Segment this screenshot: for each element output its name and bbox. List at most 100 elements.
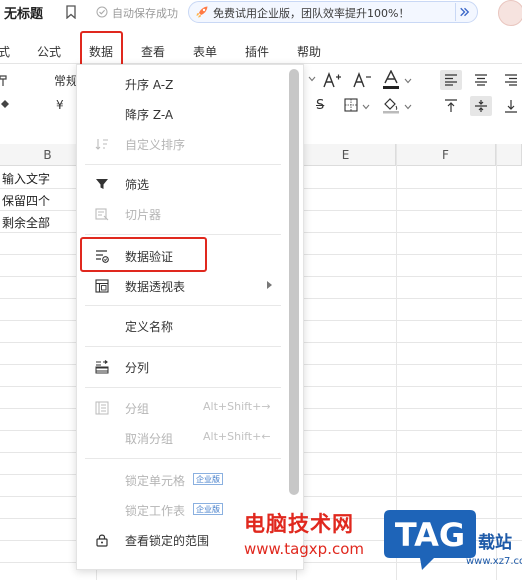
- column-header-f[interactable]: F: [396, 144, 496, 166]
- column-header-e[interactable]: E: [296, 144, 396, 166]
- menu-divider: [85, 387, 281, 388]
- title-bar: 无标题 自动保存成功 免费试用企业版，团队效率提升100%！: [0, 0, 522, 26]
- menu-item-ungroup[interactable]: 取消分组 Alt+Shift+←: [77, 423, 289, 453]
- watermark-side-text: 载站: [478, 533, 512, 553]
- bookmark-icon[interactable]: [66, 5, 76, 19]
- menu-divider: [85, 458, 281, 459]
- currency-button[interactable]: ¥: [56, 98, 64, 112]
- menu-item-slicer[interactable]: 切片器: [77, 199, 289, 229]
- fill-bucket-icon[interactable]: [382, 96, 400, 114]
- menu-divider: [85, 305, 281, 306]
- align-middle-button[interactable]: [470, 96, 492, 116]
- menu-divider: [85, 346, 281, 347]
- menu-item-define-name[interactable]: 定义名称: [77, 311, 289, 341]
- font-color-icon[interactable]: [382, 70, 400, 90]
- menu-item-label: 升序 A-Z: [125, 78, 174, 92]
- watermark-brand: 电脑技术网: [244, 512, 354, 536]
- increase-font-icon[interactable]: [322, 72, 342, 88]
- menu-item-label: 数据透视表: [125, 280, 186, 294]
- menu-item-label: 定义名称: [125, 320, 174, 334]
- enterprise-badge: 企业版: [193, 503, 223, 515]
- split-column-icon: [95, 360, 109, 374]
- rocket-icon: [196, 6, 208, 18]
- group-icon: [95, 401, 109, 415]
- cell-b1[interactable]: 输入文字: [2, 170, 50, 187]
- align-left-button[interactable]: [440, 70, 462, 90]
- menu-item-label: 锁定工作表: [125, 504, 186, 518]
- tag-logo-text: TAG: [395, 516, 465, 554]
- menu-item-label: 筛选: [125, 178, 150, 192]
- document-title[interactable]: 无标题: [4, 3, 43, 22]
- tab-format[interactable]: 式: [0, 43, 10, 60]
- enterprise-badge: 企业版: [193, 473, 223, 485]
- slicer-icon: [95, 208, 109, 221]
- submenu-arrow-icon: [267, 281, 272, 289]
- menu-item-pivot-table[interactable]: 数据透视表: [77, 271, 289, 301]
- menu-divider: [85, 234, 281, 235]
- menu-bar: 式 公式 数据 查看 表单 插件 帮助: [0, 38, 522, 64]
- align-right-icon: [505, 74, 517, 86]
- cell-b3[interactable]: 剩余全部: [2, 214, 50, 231]
- tab-help[interactable]: 帮助: [297, 43, 321, 60]
- menu-item-filter[interactable]: 筛选: [77, 169, 289, 199]
- align-left-icon: [445, 74, 457, 86]
- lock-icon: [96, 534, 108, 547]
- chevron-down-icon[interactable]: [404, 104, 412, 110]
- menu-item-label: 切片器: [125, 208, 162, 222]
- column-header-g[interactable]: [496, 144, 522, 166]
- check-circle-icon: [96, 6, 108, 18]
- menu-item-shortcut: Alt+Shift+→: [203, 400, 271, 413]
- menu-item-label: 降序 Z-A: [125, 108, 174, 122]
- menu-item-group[interactable]: 分组 Alt+Shift+→: [77, 393, 289, 423]
- filter-icon: [96, 179, 108, 189]
- menu-item-custom-sort[interactable]: 自定义排序: [77, 129, 289, 159]
- align-top-button[interactable]: [440, 96, 462, 116]
- fill-color-icon[interactable]: [0, 98, 12, 110]
- menu-item-label: 查看锁定的范围: [125, 534, 210, 548]
- tab-plugins[interactable]: 插件: [245, 43, 269, 60]
- align-bottom-icon: [505, 100, 517, 113]
- menu-item-label: 锁定单元格: [125, 474, 186, 488]
- tab-formula[interactable]: 公式: [37, 43, 61, 60]
- data-validation-highlight: [80, 237, 207, 272]
- data-tab-highlight: [80, 31, 123, 67]
- menu-item-label: 自定义排序: [125, 138, 186, 152]
- menu-item-label: 分列: [125, 361, 150, 375]
- chevron-down-icon[interactable]: [308, 76, 316, 82]
- menu-item-split-column[interactable]: 分列: [77, 352, 289, 382]
- align-right-button[interactable]: [500, 70, 522, 90]
- align-center-button[interactable]: [470, 70, 492, 90]
- border-icon[interactable]: [344, 98, 358, 112]
- pivot-table-icon: [95, 279, 109, 293]
- cell-b2[interactable]: 保留四个: [2, 192, 50, 209]
- menu-item-lock-cells[interactable]: 锁定单元格 企业版: [77, 465, 289, 495]
- menu-divider: [85, 164, 281, 165]
- menu-item-sort-ascending[interactable]: 升序 A-Z: [77, 69, 289, 99]
- strikethrough-button[interactable]: S: [316, 98, 324, 113]
- data-menu-dropdown: 升序 A-Z 降序 Z-A 自定义排序 筛选 切片器 数据验证 数据透视表 定义…: [76, 64, 304, 570]
- menu-item-label: 取消分组: [125, 432, 174, 446]
- tab-view[interactable]: 查看: [141, 43, 165, 60]
- double-chevron-right-icon[interactable]: [455, 3, 473, 21]
- chevron-down-icon[interactable]: [362, 104, 370, 110]
- format-painter-icon[interactable]: [0, 74, 10, 88]
- align-bottom-button[interactable]: [500, 96, 522, 116]
- watermark-side-url: www.xz7.com: [466, 556, 522, 567]
- save-status: 自动保存成功: [112, 7, 178, 20]
- menu-item-sort-descending[interactable]: 降序 Z-A: [77, 99, 289, 129]
- menu-item-shortcut: Alt+Shift+←: [203, 430, 271, 443]
- tag-logo: TAG: [384, 510, 476, 570]
- number-format-select[interactable]: 常规: [54, 72, 78, 89]
- tab-form[interactable]: 表单: [193, 43, 217, 60]
- user-avatar[interactable]: [498, 0, 522, 26]
- align-center-icon: [475, 74, 487, 86]
- enterprise-promo-banner[interactable]: 免费试用企业版，团队效率提升100%！: [188, 1, 478, 23]
- dropdown-scrollbar[interactable]: [289, 69, 299, 495]
- watermark-url: www.tagxp.com: [244, 540, 364, 558]
- promo-text: 免费试用企业版，团队效率提升100%！: [213, 7, 410, 20]
- align-top-icon: [445, 99, 457, 112]
- menu-item-label: 分组: [125, 402, 150, 416]
- align-middle-icon: [475, 100, 487, 112]
- decrease-font-icon[interactable]: [352, 72, 372, 88]
- chevron-down-icon[interactable]: [404, 78, 412, 84]
